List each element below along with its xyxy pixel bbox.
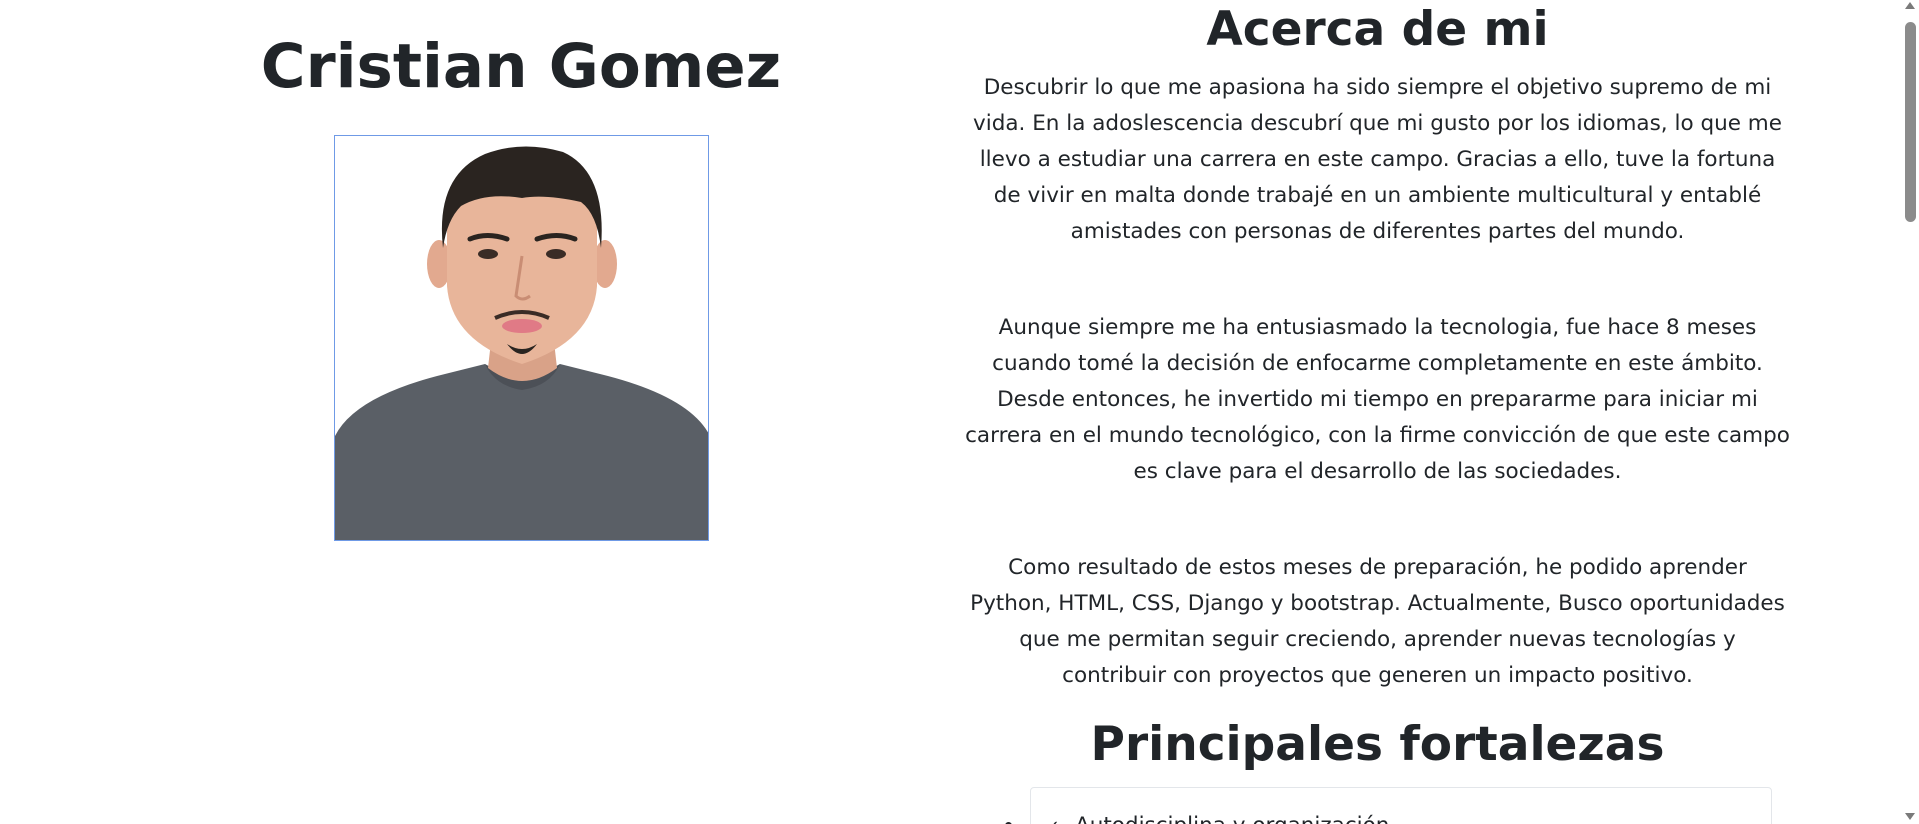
scroll-thumb[interactable] bbox=[1905, 22, 1916, 222]
profile-name: Cristian Gomez bbox=[260, 31, 782, 102]
about-paragraph: Descubrir lo que me apasiona ha sido sie… bbox=[973, 75, 1782, 244]
about-heading: Acerca de mi bbox=[1206, 2, 1549, 57]
scroll-down-arrow-icon[interactable] bbox=[1905, 813, 1915, 820]
profile-photo bbox=[334, 135, 709, 541]
scroll-up-arrow-icon[interactable] bbox=[1905, 2, 1915, 9]
profile-photo-illustration bbox=[335, 136, 708, 540]
list-item: ✓ Autodisciplina y organización bbox=[1005, 788, 1771, 824]
about-paragraph: Como resultado de estos meses de prepara… bbox=[970, 555, 1785, 688]
strengths-heading: Principales fortalezas bbox=[1090, 717, 1665, 772]
vertical-scrollbar[interactable] bbox=[1902, 0, 1919, 824]
strengths-list: ✓ Autodisciplina y organización bbox=[1005, 787, 1772, 824]
check-icon: ✓ bbox=[1045, 810, 1060, 824]
about-paragraph: Aunque siempre me ha entusiasmado la tec… bbox=[965, 315, 1790, 484]
strength-label: Autodisciplina y organización bbox=[1075, 813, 1389, 824]
